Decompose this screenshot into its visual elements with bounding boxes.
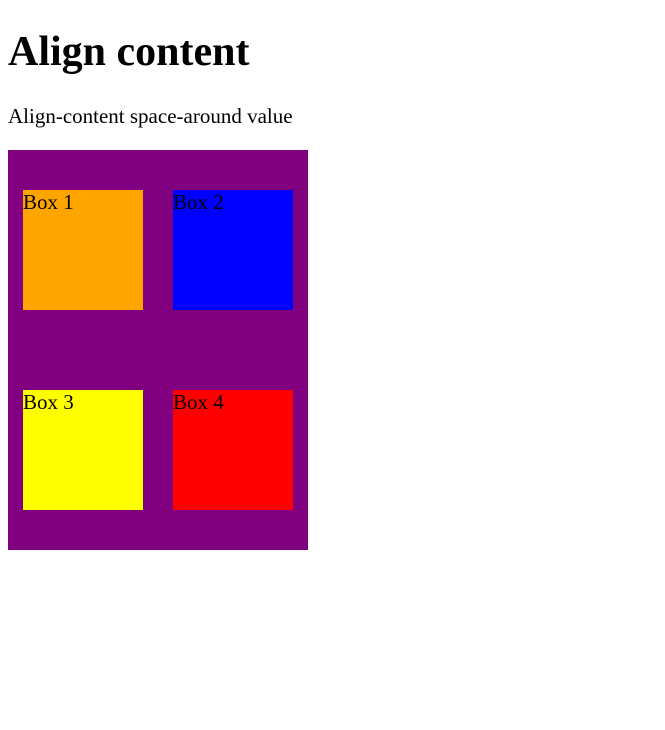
page-heading: Align content <box>8 28 657 76</box>
flex-container: Box 1 Box 2 Box 3 Box 4 <box>8 150 308 550</box>
box-3: Box 3 <box>23 390 143 510</box>
box-2: Box 2 <box>173 190 293 310</box>
box-4: Box 4 <box>173 390 293 510</box>
page-description: Align-content space-around value <box>8 104 657 129</box>
box-1: Box 1 <box>23 190 143 310</box>
